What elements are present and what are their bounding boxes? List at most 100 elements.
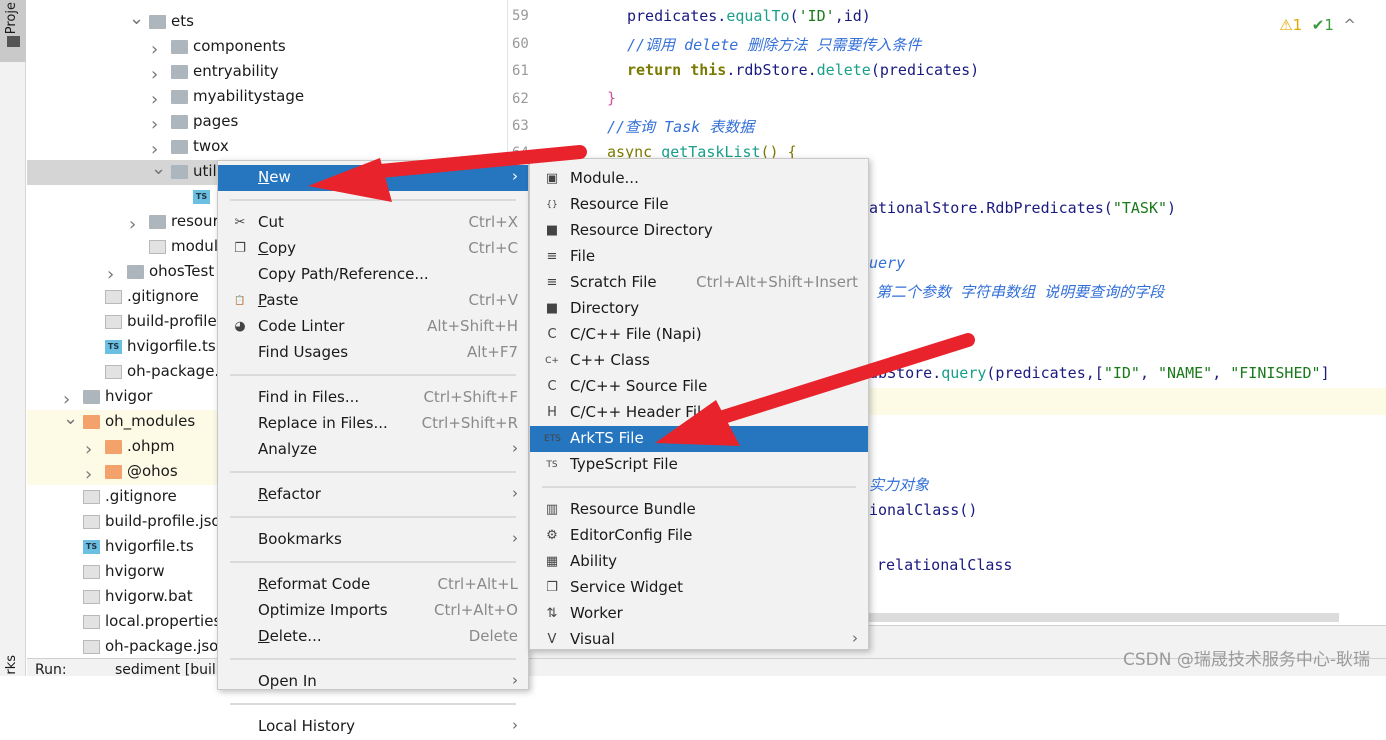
tree-item-label: hvigor: [105, 387, 153, 405]
menu-item-ability[interactable]: ▦ Ability: [530, 549, 868, 575]
menu-item-copy-path-reference[interactable]: Copy Path/Reference...: [218, 262, 528, 288]
menu-item-refactor[interactable]: Refactor ›: [218, 482, 528, 508]
inspection-status[interactable]: ⚠1 ✔1 ^: [1279, 16, 1356, 34]
tree-item[interactable]: › components: [27, 35, 507, 60]
tree-item-label: modul: [171, 237, 218, 255]
menu-item-reformat-code[interactable]: Reformat Code Ctrl+Alt+L: [218, 572, 528, 598]
menu-separator: [230, 199, 516, 201]
resource-bundle-icon: ▥: [545, 502, 559, 517]
menu-item-code-linter[interactable]: ◕ Code Linter Alt+Shift+H: [218, 314, 528, 340]
cpp-class-icon: C+: [545, 356, 559, 366]
file-icon: [83, 490, 100, 504]
menu-item-paste[interactable]: 📋 Paste Ctrl+V: [218, 288, 528, 314]
menu-item-label: Module...: [570, 169, 639, 187]
tree-item[interactable]: › myabilitystage: [27, 85, 507, 110]
json-file-icon: [149, 240, 166, 254]
file-icon: [83, 565, 100, 579]
menu-item-bookmarks[interactable]: Bookmarks ›: [218, 527, 528, 553]
tree-item-label: hvigorfile.ts: [127, 337, 216, 355]
chevron-right-icon[interactable]: ›: [151, 139, 158, 160]
menu-item-worker[interactable]: ⇅ Worker: [530, 601, 868, 627]
menu-item-label: Paste: [258, 291, 299, 309]
chevron-right-icon[interactable]: ›: [63, 389, 70, 410]
chevron-right-icon[interactable]: ›: [151, 64, 158, 85]
menu-item-new[interactable]: New ›: [218, 165, 528, 191]
folder-icon: [105, 440, 122, 454]
menu-item-label: Code Linter: [258, 317, 345, 335]
menu-item-typescript-file[interactable]: TS TypeScript File: [530, 452, 868, 478]
menu-item-c-c-source-file[interactable]: C C/C++ Source File: [530, 374, 868, 400]
menu-item-local-history[interactable]: Local History ›: [218, 714, 528, 740]
menu-item-editorconfig-file[interactable]: ⚙ EditorConfig File: [530, 523, 868, 549]
project-tool-tab[interactable]: Proje: [0, 0, 26, 62]
widget-icon: ❐: [546, 580, 558, 595]
menu-item-visual[interactable]: V Visual ›: [530, 627, 868, 653]
menu-item-shortcut: Ctrl+X: [468, 213, 518, 231]
chevron-down-icon[interactable]: ⌄: [63, 408, 78, 429]
menu-item-resource-file[interactable]: {} Resource File: [530, 192, 868, 218]
folder-icon: [171, 40, 188, 54]
expand-icon[interactable]: ^: [1343, 16, 1356, 34]
horizontal-scrollbar[interactable]: [869, 613, 1339, 622]
menu-item-cut[interactable]: ✂ Cut Ctrl+X: [218, 210, 528, 236]
tree-item-label: ohosTest: [149, 262, 215, 280]
chevron-down-icon[interactable]: ⌄: [129, 8, 144, 29]
menu-item-label: Resource File: [570, 195, 669, 213]
chevron-right-icon[interactable]: ›: [107, 264, 114, 285]
tree-item[interactable]: ⌄ ets: [27, 8, 507, 35]
menu-item-c-c-header-file[interactable]: H C/C++ Header File: [530, 400, 868, 426]
tree-item-label: .gitignore: [105, 487, 177, 505]
menu-item-service-widget[interactable]: ❐ Service Widget: [530, 575, 868, 601]
menu-item-copy[interactable]: ❐ Copy Ctrl+C: [218, 236, 528, 262]
tree-item-label: build-profile.jso: [105, 512, 221, 530]
menu-item-find-in-files[interactable]: Find in Files... Ctrl+Shift+F: [218, 385, 528, 411]
menu-item-file[interactable]: ≡ File: [530, 244, 868, 270]
chevron-right-icon[interactable]: ›: [129, 214, 136, 235]
menu-item-label: Copy Path/Reference...: [258, 265, 429, 283]
menu-item-module[interactable]: ▣ Module...: [530, 166, 868, 192]
folder-icon: [7, 36, 20, 47]
menu-item-c-class[interactable]: C+ C++ Class: [530, 348, 868, 374]
tree-item-label: components: [193, 37, 286, 55]
chevron-right-icon[interactable]: ›: [151, 114, 158, 135]
tree-item[interactable]: › pages: [27, 110, 507, 135]
menu-item-label: File: [570, 247, 596, 265]
chevron-right-icon[interactable]: ›: [151, 89, 158, 110]
tree-item[interactable]: › twox: [27, 135, 507, 160]
code-line-60: //调用 delete 删除方法 只需要传入条件: [627, 36, 922, 54]
code-line-62: }: [607, 89, 617, 107]
menu-item-label: Open In: [258, 672, 317, 690]
menu-item-label: Replace in Files...: [258, 414, 388, 432]
menu-item-arkts-file[interactable]: ETS ArkTS File: [530, 426, 868, 452]
menu-item-directory[interactable]: ■ Directory: [530, 296, 868, 322]
code-line: uery: [869, 254, 906, 272]
menu-item-label: Cut: [258, 213, 284, 231]
line-number: 62: [512, 91, 529, 107]
menu-item-open-in[interactable]: Open In ›: [218, 669, 528, 695]
folder-icon: [149, 15, 166, 29]
code-line: dbStore.query(predicates,["ID", "NAME", …: [869, 364, 1330, 382]
chevron-right-icon[interactable]: ›: [151, 39, 158, 60]
menu-item-label: TypeScript File: [570, 455, 678, 473]
tree-item[interactable]: › entryability: [27, 60, 507, 85]
menu-item-label: Reformat Code: [258, 575, 371, 593]
menu-item-scratch-file[interactable]: ≡ Scratch File Ctrl+Alt+Shift+Insert: [530, 270, 868, 296]
menu-item-optimize-imports[interactable]: Optimize Imports Ctrl+Alt+O: [218, 598, 528, 624]
chevron-right-icon[interactable]: ›: [85, 439, 92, 460]
chevron-right-icon[interactable]: ›: [85, 464, 92, 485]
menu-item-find-usages[interactable]: Find Usages Alt+F7: [218, 340, 528, 366]
ability-icon: ▦: [545, 554, 559, 569]
tree-item-label: hvigorw.bat: [105, 587, 193, 605]
line-number: 59: [512, 8, 529, 24]
menu-item-replace-in-files[interactable]: Replace in Files... Ctrl+Shift+R: [218, 411, 528, 437]
check-count: ✔1: [1311, 16, 1334, 34]
menu-item-delete[interactable]: Delete... Delete: [218, 624, 528, 650]
menu-item-c-c-file-napi[interactable]: C C/C++ File (Napi): [530, 322, 868, 348]
tree-item-label: oh-package.: [127, 362, 220, 380]
chevron-down-icon[interactable]: ⌄: [151, 158, 166, 179]
menu-item-analyze[interactable]: Analyze ›: [218, 437, 528, 463]
bookmarks-tool-tab[interactable]: rks: [4, 655, 19, 675]
menu-item-resource-directory[interactable]: ■ Resource Directory: [530, 218, 868, 244]
menu-item-resource-bundle[interactable]: ▥ Resource Bundle: [530, 497, 868, 523]
chevron-right-icon: ›: [512, 716, 518, 734]
